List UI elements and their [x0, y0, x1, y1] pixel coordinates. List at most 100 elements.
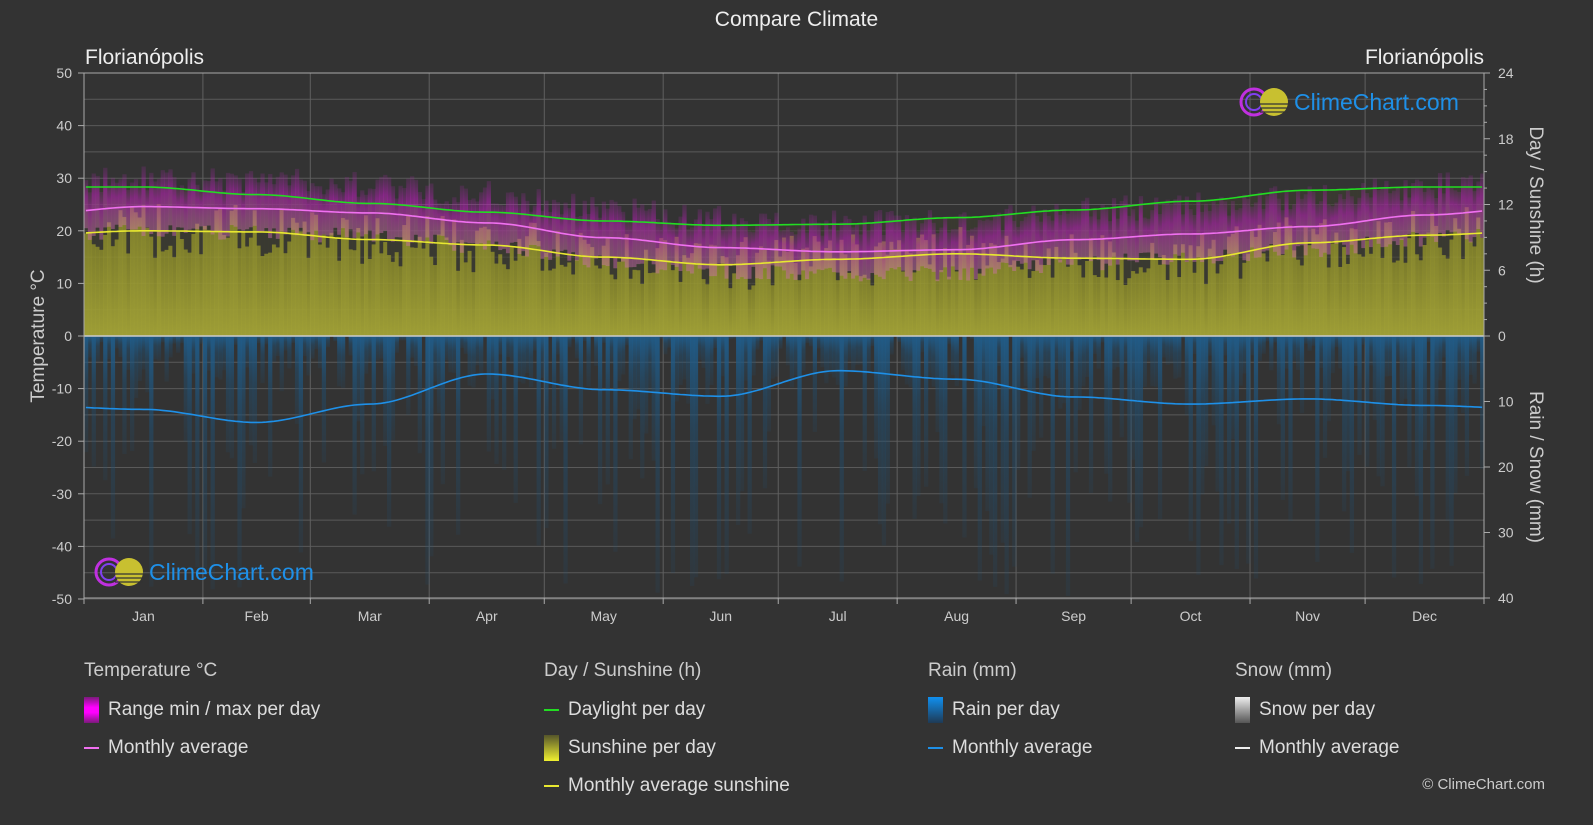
rain-bar [935, 336, 940, 433]
rain-bar [567, 336, 572, 348]
rain-bar [647, 336, 653, 392]
rain-bar [118, 336, 123, 358]
rain-bar [985, 336, 990, 512]
temp-range-bar [509, 192, 514, 243]
temp-range-bar [690, 227, 695, 274]
temp-range-bar [459, 185, 465, 253]
sunshine-bar [202, 225, 208, 336]
temp-range-bar [490, 203, 495, 245]
sunshine-bar [490, 251, 495, 336]
temp-range-bar [1280, 210, 1285, 255]
sunshine-bar [1246, 253, 1251, 336]
temp-range-bar [1123, 195, 1128, 254]
temp-range-bar [866, 230, 871, 280]
rain-bar [137, 336, 142, 381]
temp-range-bar [107, 185, 112, 227]
temp-range-bar [586, 213, 591, 268]
sunshine-bar [751, 285, 756, 336]
temp-range-bar [1426, 186, 1431, 234]
sunshine-bar [797, 280, 802, 336]
rain-bar [743, 336, 748, 381]
temp-range-bar [291, 175, 296, 230]
legend-label: Snow per day [1259, 699, 1376, 720]
rain-bar [452, 336, 457, 373]
rain-bar [835, 336, 841, 385]
sunshine-bar [494, 263, 499, 336]
temp-range-bar [993, 214, 998, 274]
sunshine-bar [421, 248, 426, 336]
rain-bar [1257, 336, 1262, 362]
x-tick-label: Jun [709, 608, 732, 624]
temp-range-bar [555, 202, 561, 257]
temp-range-bar [1127, 215, 1132, 261]
rain-bar [440, 336, 445, 485]
temp-range-bar [816, 222, 821, 270]
temp-range-bar [831, 210, 837, 273]
sunshine-bar [153, 257, 158, 336]
sunshine-bar [620, 258, 626, 336]
sunshine-bar [632, 269, 637, 336]
rain-bar [1207, 336, 1213, 356]
sunshine-bar [371, 244, 376, 336]
legend-item: Sunshine per day [544, 735, 790, 761]
logo-top[interactable]: ClimeChart.com [1238, 86, 1459, 118]
temp-range-bar [793, 234, 798, 280]
temp-range-bar [1468, 175, 1473, 243]
temp-range-bar [904, 215, 910, 277]
rain-bar [1353, 336, 1358, 366]
temp-range-bar [348, 180, 353, 230]
rain-bar [494, 336, 499, 464]
sunshine-bar [505, 269, 511, 336]
rain-bar [924, 336, 929, 487]
temp-range-bar [1204, 203, 1209, 260]
legend-label: Rain per day [952, 699, 1060, 720]
rain-bar [340, 336, 346, 389]
rain-bar [1004, 336, 1009, 595]
temp-range-bar [617, 205, 622, 258]
sunshine-bar [977, 273, 982, 336]
rain-bar [1307, 336, 1312, 351]
sunshine-bar [260, 256, 265, 336]
rain-bar [1269, 336, 1274, 371]
sunshine-bar [410, 247, 415, 336]
rain-bar [1188, 336, 1193, 542]
temp-range-bar [532, 205, 538, 245]
temp-range-bar [1476, 181, 1481, 230]
temp-range-bar [421, 199, 426, 242]
temp-range-bar [241, 191, 246, 231]
temp-range-bar [406, 178, 411, 246]
temp-range-bar [893, 215, 898, 270]
temp-range-bar [513, 196, 518, 242]
sunshine-bar [1315, 234, 1320, 336]
sunshine-bar [866, 278, 871, 336]
rain-bar [1131, 336, 1136, 460]
sunshine-bar [651, 272, 656, 336]
rain-bar [644, 336, 649, 434]
sunshine-bar [1127, 278, 1132, 336]
rain-bar [751, 336, 756, 376]
rain-bar [348, 336, 353, 356]
temp-range-bar [1035, 215, 1040, 271]
rain-bar [413, 336, 419, 367]
rain-bar [1050, 336, 1055, 574]
rain-bar [996, 336, 1002, 366]
rain-bar [1330, 336, 1335, 374]
sunshine-bar [1157, 264, 1163, 336]
sunshine-bar [448, 244, 453, 336]
temp-range-bar [1161, 203, 1167, 265]
temp-range-bar [1031, 205, 1036, 261]
sunshine-bar [149, 236, 154, 336]
temp-range-bar [594, 206, 599, 259]
rain-bar [1096, 336, 1101, 369]
rain-bar [475, 336, 480, 366]
rain-bar [912, 336, 917, 519]
logo-bottom[interactable]: ClimeChart.com [93, 556, 314, 588]
rain-bar [1319, 336, 1324, 368]
sunshine-bar [1177, 277, 1182, 336]
temp-range-bar [724, 226, 729, 279]
sunshine-bar [199, 254, 204, 336]
temp-range-bar [1131, 209, 1136, 261]
temp-range-bar [989, 220, 994, 268]
rain-bar [709, 336, 714, 386]
sunshine-bar [294, 222, 300, 336]
